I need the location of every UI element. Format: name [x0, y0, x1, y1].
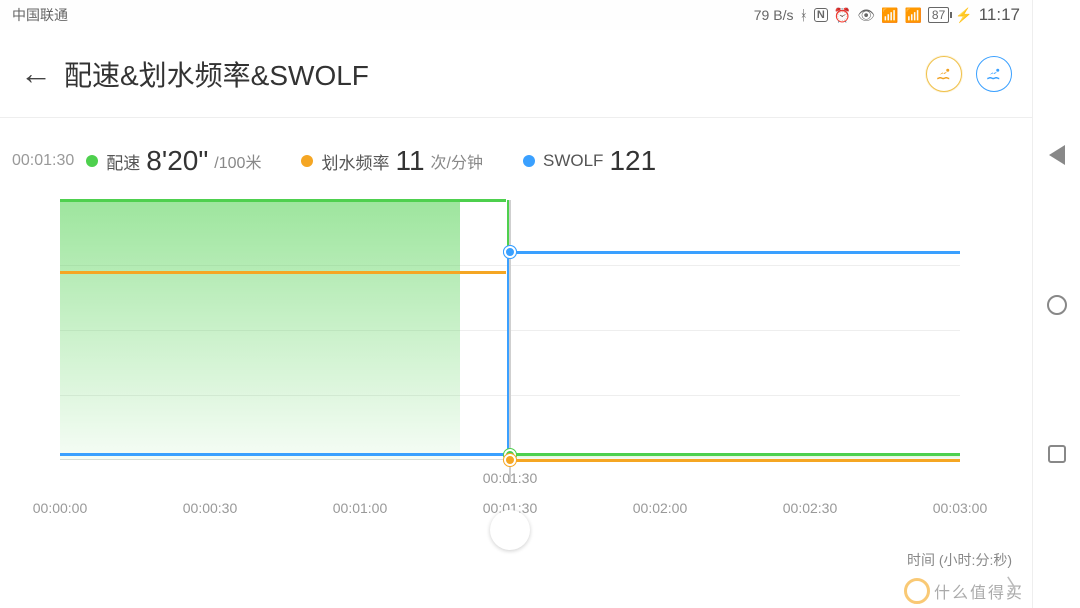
mode-icon-swim-a[interactable]: [926, 56, 962, 92]
x-tick: 00:02:30: [783, 500, 838, 516]
x-axis-label: 时间 (小时:分:秒): [907, 550, 1012, 570]
readout-stroke-value: 11: [395, 145, 424, 177]
chart-plot[interactable]: 00:01:30: [60, 200, 960, 460]
readout-stroke-unit: 次/分钟: [431, 149, 483, 173]
eye-icon: 👁: [857, 7, 875, 24]
time-slider-handle[interactable]: [490, 510, 530, 550]
nav-home-icon[interactable]: [1047, 295, 1067, 315]
legend-dot-swolf: [523, 155, 535, 167]
bluetooth-icon: ᚼ: [799, 7, 807, 23]
alarm-icon: ⏰: [834, 7, 851, 24]
x-tick: 00:02:00: [633, 500, 688, 516]
readout-swolf-value: 121: [609, 145, 656, 177]
legend-label-stroke: 划水频率: [321, 149, 389, 174]
wifi-icon: 📶: [881, 7, 898, 24]
charging-icon: ⚡: [955, 7, 972, 24]
marker-dot-blue-plateau: [504, 246, 516, 258]
chevron-right-icon[interactable]: 〉: [1006, 570, 1028, 602]
status-speed: 79 B/s: [754, 7, 794, 23]
back-button[interactable]: ←: [20, 51, 64, 96]
status-bar: 中国联通 79 B/s ᚼ N ⏰ 👁 📶 📶 87 ⚡ 11:17: [0, 0, 1032, 30]
readout-row: 00:01:30 配速 8'20" /100米 划水频率 11 次/分钟 SWO…: [0, 136, 1032, 186]
nfc-icon: N: [814, 8, 828, 22]
legend-label-swolf: SWOLF: [543, 151, 603, 171]
android-navbar: [1032, 0, 1080, 608]
marker-dot: [504, 454, 516, 466]
legend-label-pace: 配速: [106, 149, 140, 174]
status-carrier: 中国联通: [12, 5, 68, 25]
scrubber-line[interactable]: [509, 200, 511, 482]
scrubber-label: 00:01:30: [483, 470, 538, 486]
x-tick: 00:00:30: [183, 500, 238, 516]
watermark-logo-icon: [904, 578, 930, 604]
mode-icon-swim-b[interactable]: [976, 56, 1012, 92]
nav-recent-icon[interactable]: [1048, 445, 1066, 463]
chart-container: 00:01:30 00:00:00 00:00:30 00:01:00 00:01:3…: [0, 200, 1032, 540]
readout-time: 00:01:30: [12, 152, 74, 170]
status-right: 79 B/s ᚼ N ⏰ 👁 📶 📶 87 ⚡ 11:17: [754, 5, 1020, 25]
x-tick: 00:00:00: [33, 500, 88, 516]
app-screen: 中国联通 79 B/s ᚼ N ⏰ 👁 📶 📶 87 ⚡ 11:17 ← 配速&…: [0, 0, 1032, 608]
readout-pace-unit: /100米: [214, 149, 261, 173]
page-title: 配速&划水频率&SWOLF: [64, 54, 369, 94]
x-tick: 00:03:00: [933, 500, 988, 516]
status-time: 11:17: [979, 5, 1020, 25]
swimmer-icon: [935, 65, 953, 83]
app-header: ← 配速&划水频率&SWOLF: [0, 30, 1032, 118]
swolf-icon: [985, 65, 1003, 83]
legend-dot-pace: [86, 155, 98, 167]
readout-pace-value: 8'20": [146, 145, 208, 177]
signal-icon: 📶: [904, 7, 921, 24]
nav-back-icon[interactable]: [1049, 145, 1065, 165]
battery-icon: 87: [928, 7, 949, 23]
x-tick: 00:01:00: [333, 500, 388, 516]
legend-dot-stroke: [301, 155, 313, 167]
